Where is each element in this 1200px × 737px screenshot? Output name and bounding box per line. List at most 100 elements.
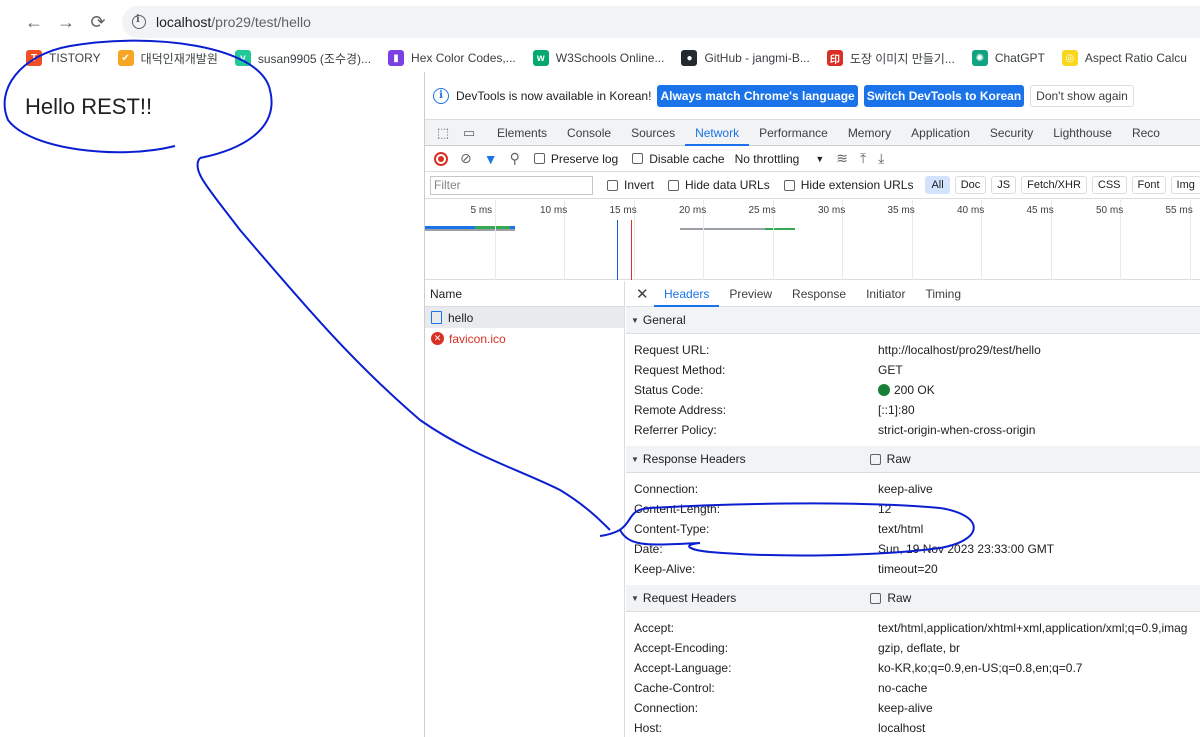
address-bar[interactable]: localhost/pro29/test/hello — [122, 6, 1200, 38]
timeline-bar-favicon-download — [765, 228, 795, 230]
tab-network[interactable]: Network — [685, 120, 750, 146]
checkbox-box[interactable] — [607, 179, 618, 191]
detail-tab-timing[interactable]: Timing — [915, 281, 971, 307]
tab-sources[interactable]: Sources — [621, 120, 685, 146]
detail-tab-preview[interactable]: Preview — [719, 281, 782, 307]
header-value[interactable]: GET — [878, 363, 903, 377]
record-icon[interactable] — [434, 151, 448, 166]
filter-input[interactable]: Filter — [430, 175, 593, 195]
header-value[interactable]: 200 OK — [878, 383, 935, 397]
filter-chip-js[interactable]: JS — [991, 176, 1017, 194]
raw-checkbox[interactable]: Raw — [869, 452, 911, 466]
hide-data-urls-checkbox[interactable]: Hide data URLs — [668, 178, 770, 192]
filter-chip-all[interactable]: All — [925, 176, 950, 194]
bookmark-item[interactable]: ● GitHub - jangmi-B... — [681, 50, 810, 66]
tab-application[interactable]: Application — [901, 120, 980, 146]
header-value[interactable]: [::1]:80 — [878, 403, 915, 417]
bookmark-item[interactable]: T TISTORY — [26, 50, 101, 66]
tab-reco[interactable]: Reco — [1122, 120, 1170, 146]
tab-console[interactable]: Console — [557, 120, 621, 146]
tab-lighthouse[interactable]: Lighthouse — [1043, 120, 1122, 146]
header-row: Date: Sun, 19 Nov 2023 23:33:00 GMT — [626, 539, 1200, 559]
bookmark-item[interactable]: 印 도장 이미지 만들기... — [826, 50, 955, 67]
bookmark-item[interactable]: w W3Schools Online... — [532, 50, 664, 66]
checkbox-box[interactable] — [632, 153, 644, 164]
header-value[interactable]: keep-alive — [878, 701, 933, 715]
header-value[interactable]: timeout=20 — [878, 562, 938, 576]
triangle-down-icon[interactable]: ▼ — [631, 455, 639, 464]
inspect-element-icon[interactable]: ⬚ — [435, 125, 451, 140]
detail-tab-headers[interactable]: Headers — [654, 281, 720, 307]
switch-korean-button[interactable]: Switch DevTools to Korean — [863, 84, 1025, 107]
filter-chip-css[interactable]: CSS — [1091, 176, 1127, 194]
request-row-hello[interactable]: hello — [425, 307, 624, 328]
tab-memory[interactable]: Memory — [838, 120, 901, 146]
hide-extension-urls-checkbox[interactable]: Hide extension URLs — [783, 178, 913, 192]
bookmark-item[interactable]: v susan9905 (조수경)... — [234, 50, 371, 67]
reload-icon[interactable]: ⟳ — [82, 6, 114, 38]
bookmark-item[interactable]: ▮ Hex Color Codes,... — [388, 50, 516, 66]
back-arrow-icon[interactable]: ← — [18, 6, 50, 38]
header-value[interactable]: ko-KR,ko;q=0.9,en-US;q=0.8,en;q=0.7 — [878, 661, 1082, 675]
checkbox-box[interactable] — [668, 179, 680, 191]
timeline-bar-hello-download — [475, 226, 510, 229]
tistory-icon: T — [26, 50, 42, 66]
throttling-select[interactable]: No throttling — [735, 152, 800, 166]
raw-checkbox[interactable]: Raw — [870, 591, 911, 605]
header-value[interactable]: strict-origin-when-cross-origin — [878, 423, 1035, 437]
forward-arrow-icon[interactable]: → — [50, 6, 82, 38]
preserve-log-checkbox[interactable]: Preserve log — [533, 152, 618, 166]
name-column-header[interactable]: Name — [425, 281, 624, 307]
header-value[interactable]: localhost — [878, 721, 925, 735]
header-value[interactable]: 12 — [878, 502, 891, 516]
filter-chip-doc[interactable]: Doc — [954, 176, 987, 194]
filter-chip-font[interactable]: Font — [1131, 176, 1166, 194]
checkbox-box[interactable] — [870, 592, 882, 604]
site-info-icon[interactable] — [132, 14, 146, 29]
export-har-icon[interactable]: ⤓ — [878, 150, 884, 167]
request-headers-section-header[interactable]: ▼ Request Headers Raw — [626, 585, 1200, 612]
header-value[interactable]: http://localhost/pro29/test/hello — [878, 343, 1041, 357]
header-row: Status Code: 200 OK — [626, 380, 1200, 400]
header-value[interactable]: gzip, deflate, br — [878, 641, 960, 655]
header-value[interactable]: no-cache — [878, 681, 927, 695]
clear-icon[interactable]: ⊘ — [460, 150, 472, 167]
header-value[interactable]: keep-alive — [878, 482, 933, 496]
request-row-favicon[interactable]: ✕ favicon.ico — [425, 328, 624, 349]
header-value[interactable]: Sun, 19 Nov 2023 23:33:00 GMT — [878, 542, 1054, 556]
disable-cache-checkbox[interactable]: Disable cache — [632, 151, 725, 166]
checkbox-box[interactable] — [533, 153, 545, 164]
tab-performance[interactable]: Performance — [749, 120, 838, 146]
search-icon[interactable]: ⚲ — [510, 150, 520, 167]
header-value[interactable]: text/html — [878, 522, 923, 536]
disable-cache-label: Disable cache — [649, 151, 725, 166]
general-section-header[interactable]: ▼ General — [626, 307, 1200, 334]
header-value[interactable]: text/html,application/xhtml+xml,applicat… — [878, 621, 1187, 635]
chevron-down-icon[interactable]: ▼ — [815, 154, 824, 164]
match-language-button[interactable]: Always match Chrome's language — [657, 84, 858, 107]
header-key: Host: — [634, 721, 663, 735]
detail-tab-response[interactable]: Response — [782, 281, 856, 307]
dont-show-again-button[interactable]: Don't show again — [1030, 84, 1134, 107]
triangle-down-icon[interactable]: ▼ — [631, 316, 639, 325]
bookmark-item[interactable]: ✺ ChatGPT — [971, 50, 1045, 66]
close-icon[interactable]: ✕ — [636, 285, 652, 303]
triangle-down-icon[interactable]: ▼ — [631, 594, 639, 603]
bookmark-item[interactable]: ✔ 대덕인재개발원 — [117, 50, 218, 67]
import-har-icon[interactable]: ⤒ — [860, 150, 866, 167]
checkbox-box[interactable] — [869, 453, 881, 465]
response-headers-section-header[interactable]: ▼ Response Headers Raw — [626, 446, 1200, 473]
filter-icon[interactable]: ▼ — [484, 151, 498, 167]
device-toolbar-icon[interactable]: ▭ — [461, 125, 477, 140]
filter-chip-img[interactable]: Img — [1170, 176, 1200, 194]
network-overview-timeline[interactable]: 5 ms 10 ms 15 ms 20 ms 25 ms 30 ms 35 ms 40 ms 4… — [425, 200, 1200, 280]
url-text[interactable]: localhost/pro29/test/hello — [156, 14, 311, 30]
filter-chip-fetch-xhr[interactable]: Fetch/XHR — [1021, 176, 1087, 194]
tab-elements[interactable]: Elements — [487, 120, 557, 146]
bookmark-item[interactable]: ◎ Aspect Ratio Calcu — [1061, 50, 1187, 66]
checkbox-box[interactable] — [783, 179, 795, 191]
invert-checkbox[interactable]: Invert — [607, 178, 654, 192]
network-conditions-icon[interactable]: ≋ — [836, 150, 848, 167]
tab-security[interactable]: Security — [980, 120, 1043, 146]
detail-tab-initiator[interactable]: Initiator — [856, 281, 915, 307]
